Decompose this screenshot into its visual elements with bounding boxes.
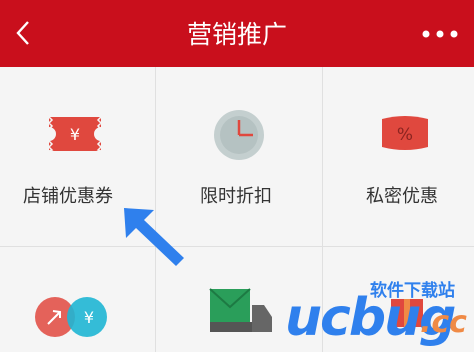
svg-text:¥: ¥ (84, 308, 94, 327)
page-title: 营销推广 (186, 20, 287, 49)
grid-item-label: 店铺优惠券 (23, 186, 113, 207)
more-dots-icon[interactable] (420, 24, 460, 44)
grid-item-label: 私密优惠 (366, 186, 438, 207)
exchange-coins-icon: ¥ (35, 297, 107, 337)
clock-icon (214, 110, 264, 160)
delivery-truck-icon (209, 288, 272, 332)
grid-item-label: 限时折扣 (200, 186, 272, 207)
percent-tag-icon: % (382, 116, 428, 150)
grid-item-private-offer[interactable]: % 私密优惠 (323, 67, 474, 246)
svg-text:%: % (397, 125, 413, 145)
header-bar: 营销推广 (0, 0, 474, 67)
coupon-ticket-icon: ¥ (47, 116, 103, 152)
watermark-text: 软件下载站 (370, 281, 455, 301)
watermark-domain: .cc (420, 305, 467, 340)
svg-text:¥: ¥ (70, 125, 80, 144)
blue-arrow-pointer-icon (124, 208, 184, 266)
